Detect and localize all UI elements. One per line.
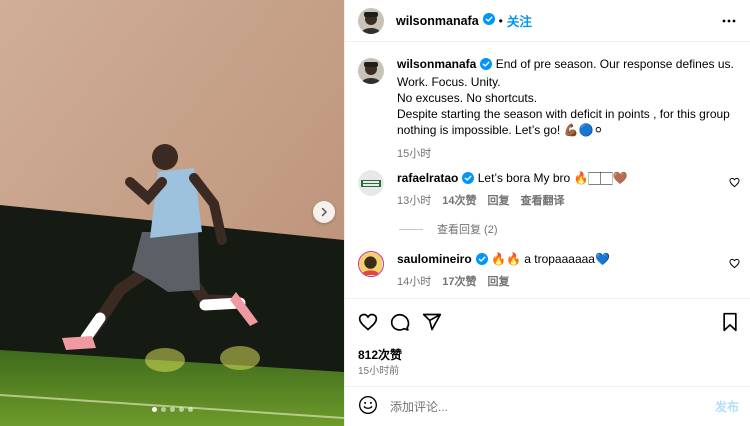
post-actions: [345, 298, 750, 342]
carousel-dot: [187, 407, 193, 412]
comment-input[interactable]: [390, 399, 690, 414]
commenter-avatar[interactable]: [358, 251, 384, 277]
translate-button[interactable]: 查看翻译: [521, 193, 565, 209]
post-caption: wilsonmanafa End of pre season. Our resp…: [358, 56, 738, 162]
author-avatar-small[interactable]: [358, 58, 384, 84]
caption-username[interactable]: wilsonmanafa: [397, 57, 476, 71]
comment-bubble-icon: [390, 313, 410, 331]
comment-item: rafaelratao Let’s bora My bro 🔥🏻🏻🤎 13小时 …: [358, 170, 748, 209]
post-timestamp: 15小时前: [358, 366, 400, 377]
verified-badge-icon: [462, 172, 475, 188]
paper-plane-icon: [422, 313, 442, 331]
emoji-button[interactable]: [358, 395, 378, 418]
comment-composer: 发布: [345, 386, 750, 426]
post-header: wilsonmanafa • 关注: [345, 0, 750, 42]
sprinter-photo: [0, 0, 344, 426]
smiley-icon: [359, 396, 377, 414]
follow-button[interactable]: 关注: [507, 11, 532, 30]
carousel-dot: [160, 407, 166, 412]
comment-text: 🔥🔥 a tropaaaaaa💙: [491, 252, 610, 266]
bookmark-icon: [723, 312, 737, 332]
more-options-button[interactable]: [721, 13, 737, 32]
reply-button[interactable]: 回复: [488, 193, 510, 209]
comment-item: saulomineiro 🔥🔥 a tropaaaaaa💙 14小时 17次赞 …: [358, 251, 748, 290]
heart-icon: [358, 313, 378, 331]
carousel-dot: [151, 407, 157, 412]
view-replies-button[interactable]: 查看回复 (2): [399, 221, 498, 237]
post-panel: wilsonmanafa • 关注 wilsonmanafa End of pr…: [344, 0, 750, 426]
verified-badge-icon: [475, 253, 488, 269]
verified-badge-icon: [480, 58, 493, 74]
author-avatar[interactable]: [358, 7, 384, 34]
replies-divider: [399, 228, 423, 230]
post-media[interactable]: [0, 0, 344, 426]
caption-timestamp: 15小时: [397, 148, 432, 160]
share-button[interactable]: [422, 312, 442, 335]
separator-dot: •: [498, 13, 503, 28]
carousel-dot: [178, 407, 184, 412]
comment-time: 13小时: [397, 195, 432, 207]
comment-button[interactable]: [390, 312, 410, 335]
carousel-dot: [169, 407, 175, 412]
comment-likes[interactable]: 17次赞: [442, 274, 476, 290]
save-button[interactable]: [721, 312, 739, 335]
comment-like-button[interactable]: [729, 177, 740, 191]
verified-badge-icon: [482, 13, 495, 28]
comment-like-button[interactable]: [729, 258, 740, 272]
post-comment-button[interactable]: 发布: [715, 398, 739, 415]
heart-icon: [729, 258, 740, 269]
comment-text: Let’s bora My bro 🔥🏻🏻🤎: [477, 171, 628, 185]
commenter-avatar[interactable]: [358, 170, 384, 196]
comment-time: 14小时: [397, 276, 432, 288]
comment-likes[interactable]: 14次赞: [442, 193, 476, 209]
reply-button[interactable]: 回复: [488, 274, 510, 290]
comment-username[interactable]: rafaelratao: [397, 171, 458, 185]
comment-username[interactable]: saulomineiro: [397, 252, 472, 266]
heart-icon: [729, 177, 740, 188]
chevron-right-icon: [321, 207, 327, 217]
carousel-next-button[interactable]: [313, 201, 335, 223]
like-button[interactable]: [358, 312, 378, 335]
post-dialog: wilsonmanafa • 关注 wilsonmanafa End of pr…: [0, 0, 750, 426]
view-replies-label: 查看回复 (2): [437, 224, 498, 236]
carousel-dots: [0, 407, 344, 412]
author-username[interactable]: wilsonmanafa: [396, 14, 479, 28]
more-horizontal-icon: [722, 19, 736, 23]
like-count[interactable]: 812次赞: [358, 346, 402, 363]
